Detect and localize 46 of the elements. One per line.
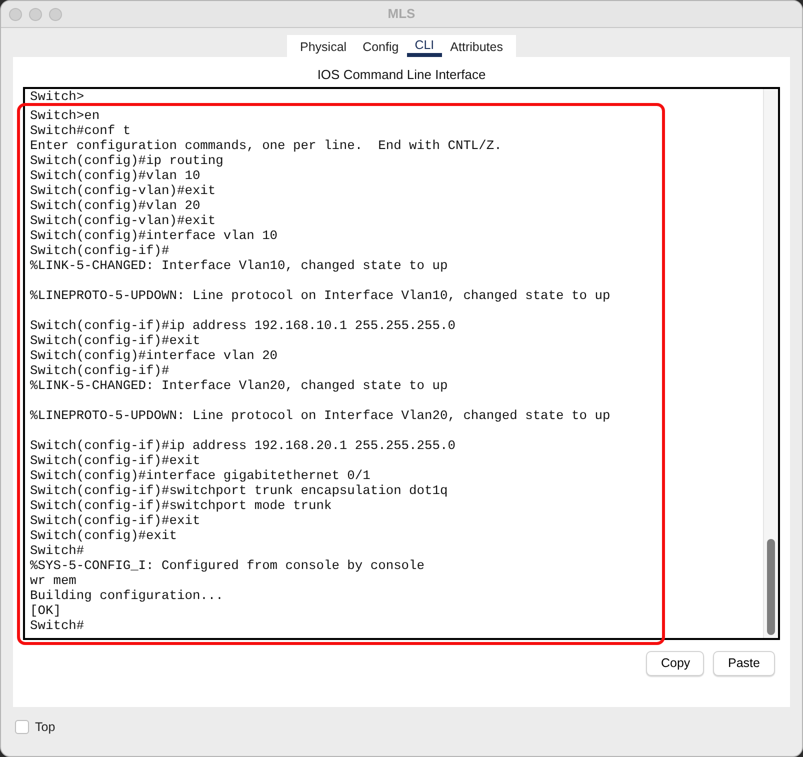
tab[interactable]: Attributes [442, 35, 511, 57]
console-line: %LINEPROTO-5-UPDOWN: Line protocol on Interface Vlan10, changed state to up [30, 288, 612, 303]
console-line: Switch(config-if)# [30, 243, 170, 258]
console-line: %LINK-5-CHANGED: Interface Vlan10, changed state to up [30, 258, 449, 273]
console-line: Switch(config-if)#exit [30, 513, 202, 528]
action-button[interactable]: Paste [713, 651, 775, 676]
console-line: Switch(config)#vlan 10 [30, 168, 202, 183]
console-line: Enter configuration commands, one per line. End with CNTL/Z. [30, 138, 503, 153]
console-line: Switch(config)#interface gigabitethernet 0/1 [30, 468, 372, 483]
console-line: Switch(config-if)#switchport trunk encapsulation dot1q [30, 483, 449, 498]
console-line: Switch(config)#exit [30, 528, 178, 543]
minimize-button[interactable] [29, 8, 42, 21]
console-line: Switch(config-if)# [30, 363, 170, 378]
console-line: wr mem [30, 573, 78, 588]
console-line: Switch(config-if)#switchport mode trunk [30, 498, 333, 513]
tab[interactable]: Physical [292, 35, 355, 57]
console-line: Switch(config)#ip routing [30, 153, 224, 168]
console-line: Switch(config)#interface vlan 20 [30, 348, 279, 363]
console-line: Switch(config)#vlan 20 [30, 198, 202, 213]
console-line: %LINEPROTO-5-UPDOWN: Line protocol on Interface Vlan20, changed state to up [30, 408, 612, 423]
console-line: Switch(config-vlan)#exit [30, 183, 217, 198]
window-title: MLS [388, 5, 416, 24]
console-line: Switch(config-if)#exit [30, 453, 202, 468]
top-checkbox[interactable] [15, 720, 29, 734]
action-button[interactable]: Copy [646, 651, 704, 676]
console-line: Switch(config-if)#ip address 192.168.10.1 255.255.255.0 [30, 318, 456, 333]
panel-heading: IOS Command Line Interface [316, 66, 487, 84]
console-line: Switch(config-if)#ip address 192.168.20.1 255.255.255.0 [30, 438, 456, 453]
console-line: Switch>en [30, 108, 101, 123]
console-line: %LINK-5-CHANGED: Interface Vlan20, changed state to up [30, 378, 449, 393]
console-line: Switch#conf t [30, 123, 132, 138]
console-line: %SYS-5-CONFIG_I: Configured from console by console [30, 558, 426, 573]
console-line: Switch(config-vlan)#exit [30, 213, 217, 228]
tab[interactable]: Config [354, 35, 407, 57]
zoom-button[interactable] [49, 8, 62, 21]
console-line: Building configuration... [30, 588, 224, 603]
console-line: Switch(config)#interface vlan 10 [30, 228, 279, 243]
console-line: [OK] [30, 603, 62, 618]
console-line: Switch# [30, 543, 86, 558]
console-line: Switch# [30, 618, 86, 633]
close-button[interactable] [9, 8, 22, 21]
scroll-thumb[interactable] [767, 539, 775, 635]
scrollbar[interactable] [763, 89, 778, 638]
console-line: Switch> [30, 89, 86, 104]
console-line: Switch(config-if)#exit [30, 333, 202, 348]
top-label: Top [35, 719, 56, 736]
